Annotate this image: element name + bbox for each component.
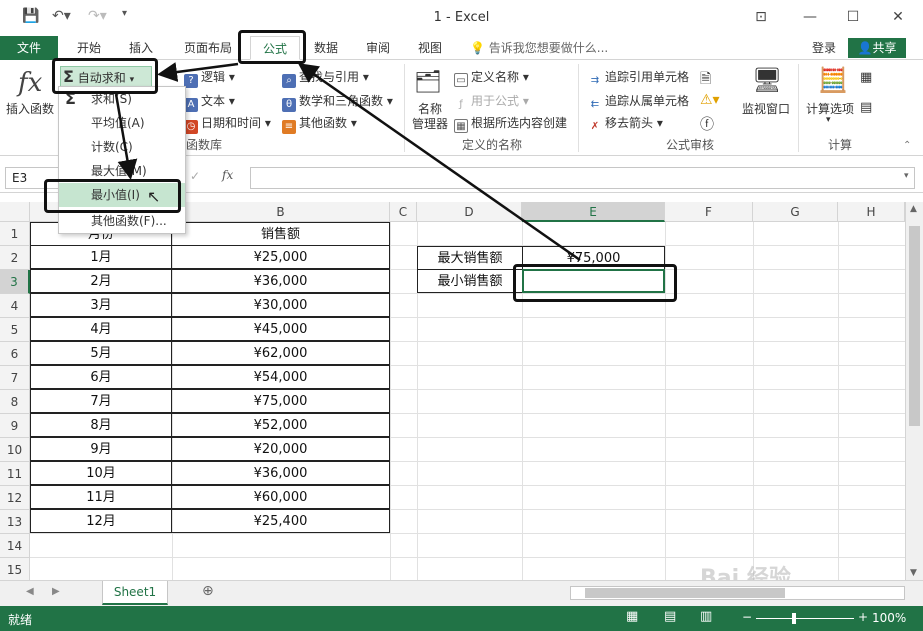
add-sheet-icon[interactable]: ⊕ [202,583,214,599]
page-layout-view-icon[interactable]: ▤ [664,609,676,624]
prev-sheet-icon[interactable]: ◀ [26,586,34,597]
horizontal-scrollbar[interactable] [570,586,905,600]
next-sheet-icon[interactable]: ▶ [52,586,60,597]
zoom-in-icon[interactable]: + [858,610,868,624]
annotation-arrows [114,62,581,262]
zoom-slider[interactable] [756,618,854,619]
sheet-tab-sheet1[interactable]: Sheet1 [102,581,168,605]
zoom-level[interactable]: 100% [872,611,906,625]
page-break-view-icon[interactable]: ▥ [700,609,712,624]
status-ready: 就绪 [8,613,33,627]
normal-view-icon[interactable]: ▦ [626,609,638,624]
zoom-slider-thumb[interactable] [792,613,796,624]
status-bar: 就绪 ▦ ▤ ▥ − + 100% [0,606,923,631]
sheet-tab-bar: ◀ ▶ Sheet1 ⊕ [0,580,923,606]
hscroll-thumb[interactable] [585,588,785,598]
zoom-out-icon[interactable]: − [742,610,752,624]
